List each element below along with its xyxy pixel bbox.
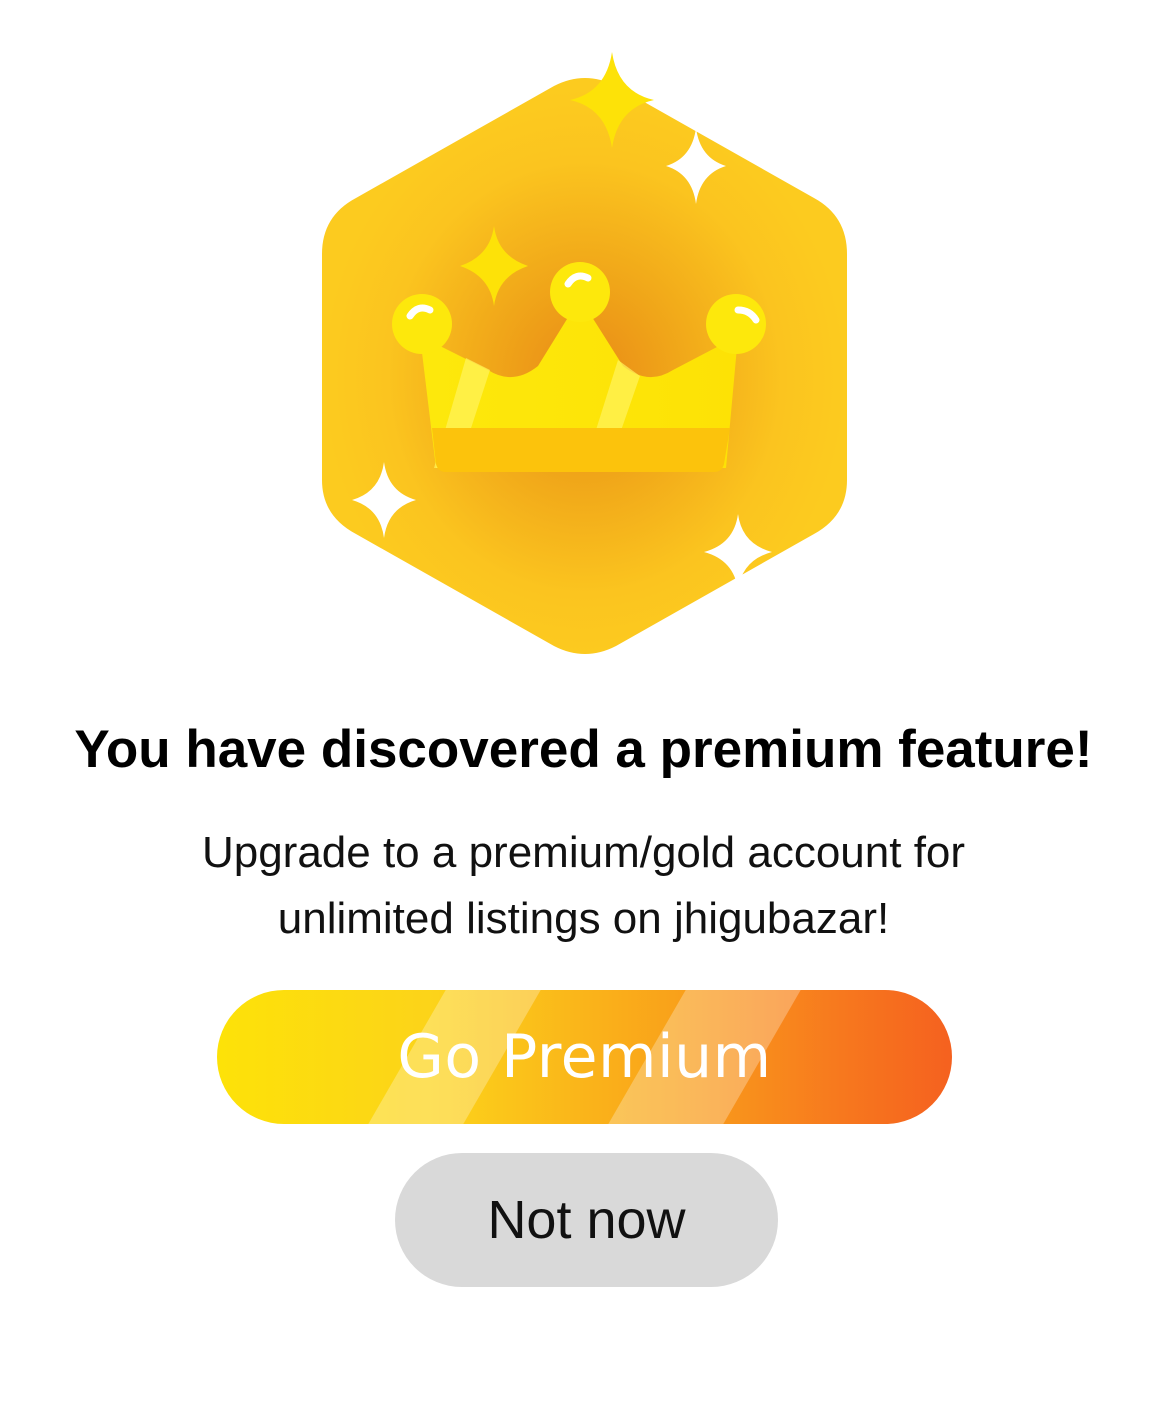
go-premium-button[interactable]: Go Premium xyxy=(217,990,952,1124)
go-premium-label: Go Premium xyxy=(397,1022,772,1092)
premium-badge xyxy=(318,48,852,666)
not-now-button[interactable]: Not now xyxy=(395,1153,778,1287)
upgrade-message-line2: unlimited listings on jhigubazar! xyxy=(277,894,890,943)
upgrade-message-line1: Upgrade to a premium/gold account for xyxy=(201,828,966,877)
crown-hexagon-badge-icon xyxy=(322,52,847,654)
not-now-label: Not now xyxy=(487,1190,686,1250)
upgrade-message: Upgrade to a premium/gold account for un… xyxy=(150,820,1017,952)
headline: You have discovered a premium feature! xyxy=(74,720,1093,779)
